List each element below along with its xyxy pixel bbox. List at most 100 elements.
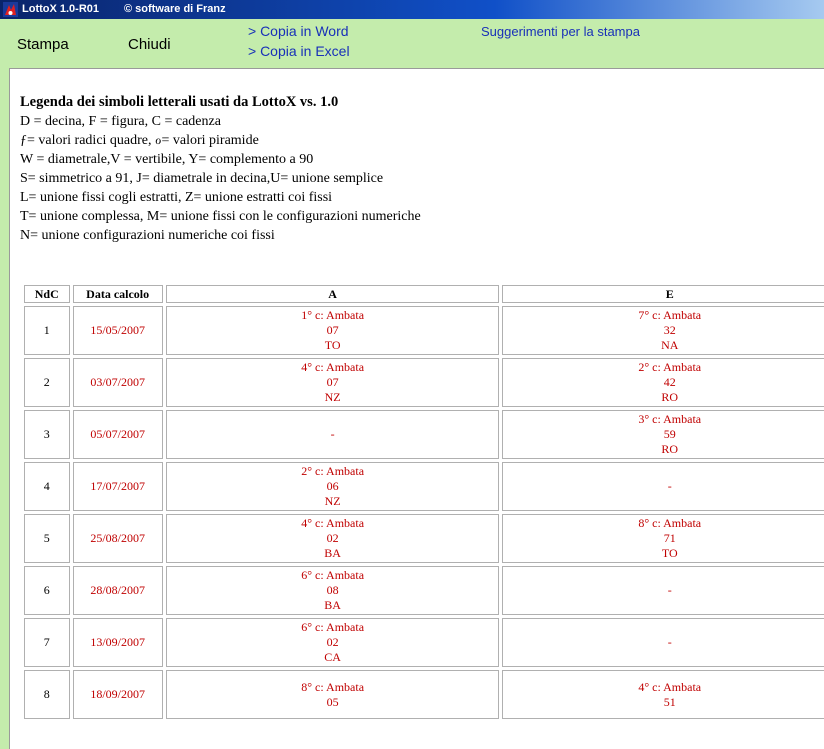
ndc-cell: 4 xyxy=(24,462,70,511)
a-cell: 6° c: Ambata 08 BA xyxy=(165,566,500,615)
date-cell: 25/08/2007 xyxy=(72,514,163,563)
legend-line: W = diametrale,V = vertibile, Y= complem… xyxy=(20,152,314,167)
legend-line: N= unione configurazioni numeriche coi f… xyxy=(20,228,275,243)
e-cell-line: 7° c: Ambata xyxy=(638,308,702,322)
ndc-cell: 5 xyxy=(24,514,70,563)
header-ndc: NdC xyxy=(24,285,70,303)
e-cell-line: - xyxy=(667,583,672,597)
a-cell: - xyxy=(165,410,500,459)
e-cell-line: 51 xyxy=(663,694,676,709)
a-cell-line: 02 xyxy=(326,635,339,649)
a-cell-line: 4° c: Ambata xyxy=(301,516,365,530)
ndc-cell: 8 xyxy=(24,670,70,719)
a-cell-line: TO xyxy=(324,338,341,352)
a-cell: 6° c: Ambata 02 CA xyxy=(165,618,500,667)
a-cell-line: 07 xyxy=(326,323,339,337)
a-cell-line: BA xyxy=(324,546,341,560)
a-cell-line: 2° c: Ambata xyxy=(301,464,365,478)
legend-line: S= simmetrico a 91, J= diametrale in dec… xyxy=(20,171,384,186)
a-cell-line: 8° c: Ambata xyxy=(301,679,365,694)
a-cell: 2° c: Ambata 06 NZ xyxy=(165,462,500,511)
e-cell-line: RO xyxy=(661,442,679,456)
e-cell: 8° c: Ambata 71 TO xyxy=(502,514,824,563)
app-icon xyxy=(3,2,18,17)
table-row: 1 15/05/2007 1° c: Ambata 07 TO 7° c: Ambata 3… xyxy=(24,306,824,355)
toolbar: Stampa Chiudi > Copia in Word > Copia in… xyxy=(0,19,824,68)
a-cell-line: 06 xyxy=(326,479,339,493)
print-tips-link[interactable]: Suggerimenti per la stampa xyxy=(481,24,640,39)
copy-word-link[interactable]: > Copia in Word xyxy=(248,23,349,39)
window-title: LottoX 1.0-R01 xyxy=(22,3,100,15)
chiudi-button[interactable]: Chiudi xyxy=(128,36,171,53)
copy-excel-link[interactable]: > Copia in Excel xyxy=(248,43,350,59)
table-row: 4 17/07/2007 2° c: Ambata 06 NZ - xyxy=(24,462,824,511)
ndc-cell: 2 xyxy=(24,358,70,407)
legend-line: ƒ= valori radici quadre, ℴ= valori piram… xyxy=(20,133,259,148)
e-cell-line: 42 xyxy=(663,375,676,389)
a-cell-line: BA xyxy=(324,598,341,612)
table-row: 8 18/09/2007 8° c: Ambata 05 4° c: Ambata 51 xyxy=(24,670,824,719)
a-cell: 1° c: Ambata 07 TO xyxy=(165,306,500,355)
e-cell-line: 4° c: Ambata xyxy=(638,679,702,694)
a-cell-line: NZ xyxy=(324,494,341,508)
a-cell-line: 08 xyxy=(326,583,339,597)
a-cell-line: 6° c: Ambata xyxy=(301,620,365,634)
e-cell: 7° c: Ambata 32 NA xyxy=(502,306,824,355)
table-row: 7 13/09/2007 6° c: Ambata 02 CA - xyxy=(24,618,824,667)
a-cell-line: NZ xyxy=(324,390,341,404)
a-cell: 8° c: Ambata 05 xyxy=(165,670,500,719)
results-table: NdC Data calcolo A E 1 15/05/2007 1° c: Am… xyxy=(21,282,824,722)
table-body: 1 15/05/2007 1° c: Ambata 07 TO 7° c: Ambata 3… xyxy=(24,306,824,719)
title-bar: LottoX 1.0-R01 © software di Franz xyxy=(0,0,824,19)
e-cell: - xyxy=(502,462,824,511)
e-cell-line: - xyxy=(667,635,672,649)
e-cell: 3° c: Ambata 59 RO xyxy=(502,410,824,459)
table-row: 2 03/07/2007 4° c: Ambata 07 NZ 2° c: Ambata 4… xyxy=(24,358,824,407)
e-cell: 2° c: Ambata 42 RO xyxy=(502,358,824,407)
date-cell: 17/07/2007 xyxy=(72,462,163,511)
e-cell: - xyxy=(502,618,824,667)
date-cell: 18/09/2007 xyxy=(72,670,163,719)
e-cell-line: 2° c: Ambata xyxy=(638,360,702,374)
a-cell-line: 07 xyxy=(326,375,339,389)
table-row: 6 28/08/2007 6° c: Ambata 08 BA - xyxy=(24,566,824,615)
header-data-calcolo: Data calcolo xyxy=(72,285,163,303)
e-cell-line: 8° c: Ambata xyxy=(638,516,702,530)
table-row: 3 05/07/2007 - 3° c: Ambata 59 RO xyxy=(24,410,824,459)
a-cell-line: 4° c: Ambata xyxy=(301,360,365,374)
e-cell-line: NA xyxy=(661,338,679,352)
legend-line: L= unione fissi cogli estratti, Z= union… xyxy=(20,190,333,205)
table-row: 5 25/08/2007 4° c: Ambata 02 BA 8° c: Ambata 7… xyxy=(24,514,824,563)
header-e: E xyxy=(502,285,824,303)
a-cell: 4° c: Ambata 02 BA xyxy=(165,514,500,563)
stampa-button[interactable]: Stampa xyxy=(17,36,69,53)
e-cell-line: 59 xyxy=(663,427,676,441)
ndc-cell: 1 xyxy=(24,306,70,355)
copyright-label: © software di Franz xyxy=(124,3,226,15)
e-cell: 4° c: Ambata 51 xyxy=(502,670,824,719)
e-cell-line: 3° c: Ambata xyxy=(638,412,702,426)
a-cell-line: 1° c: Ambata xyxy=(301,308,365,322)
e-cell-line: RO xyxy=(661,390,679,404)
legend: Legenda dei simboli letterali usati da L… xyxy=(20,93,421,245)
a-cell-line: 05 xyxy=(326,694,339,709)
e-cell: - xyxy=(502,566,824,615)
date-cell: 05/07/2007 xyxy=(72,410,163,459)
legend-title: Legenda dei simboli letterali usati da L… xyxy=(20,94,339,110)
a-cell-line: - xyxy=(330,427,335,441)
report-area: Legenda dei simboli letterali usati da L… xyxy=(9,68,824,749)
date-cell: 03/07/2007 xyxy=(72,358,163,407)
header-a: A xyxy=(165,285,500,303)
e-cell-line: - xyxy=(667,479,672,493)
ndc-cell: 6 xyxy=(24,566,70,615)
ndc-cell: 7 xyxy=(24,618,70,667)
date-cell: 15/05/2007 xyxy=(72,306,163,355)
e-cell-line: TO xyxy=(661,546,678,560)
a-cell-line: 6° c: Ambata xyxy=(301,568,365,582)
a-cell-line: CA xyxy=(324,650,341,664)
e-cell-line: 71 xyxy=(663,531,676,545)
legend-line: T= unione complessa, M= unione fissi con… xyxy=(20,209,421,224)
table-header-row: NdC Data calcolo A E xyxy=(24,285,824,303)
a-cell-line: 02 xyxy=(326,531,339,545)
ndc-cell: 3 xyxy=(24,410,70,459)
